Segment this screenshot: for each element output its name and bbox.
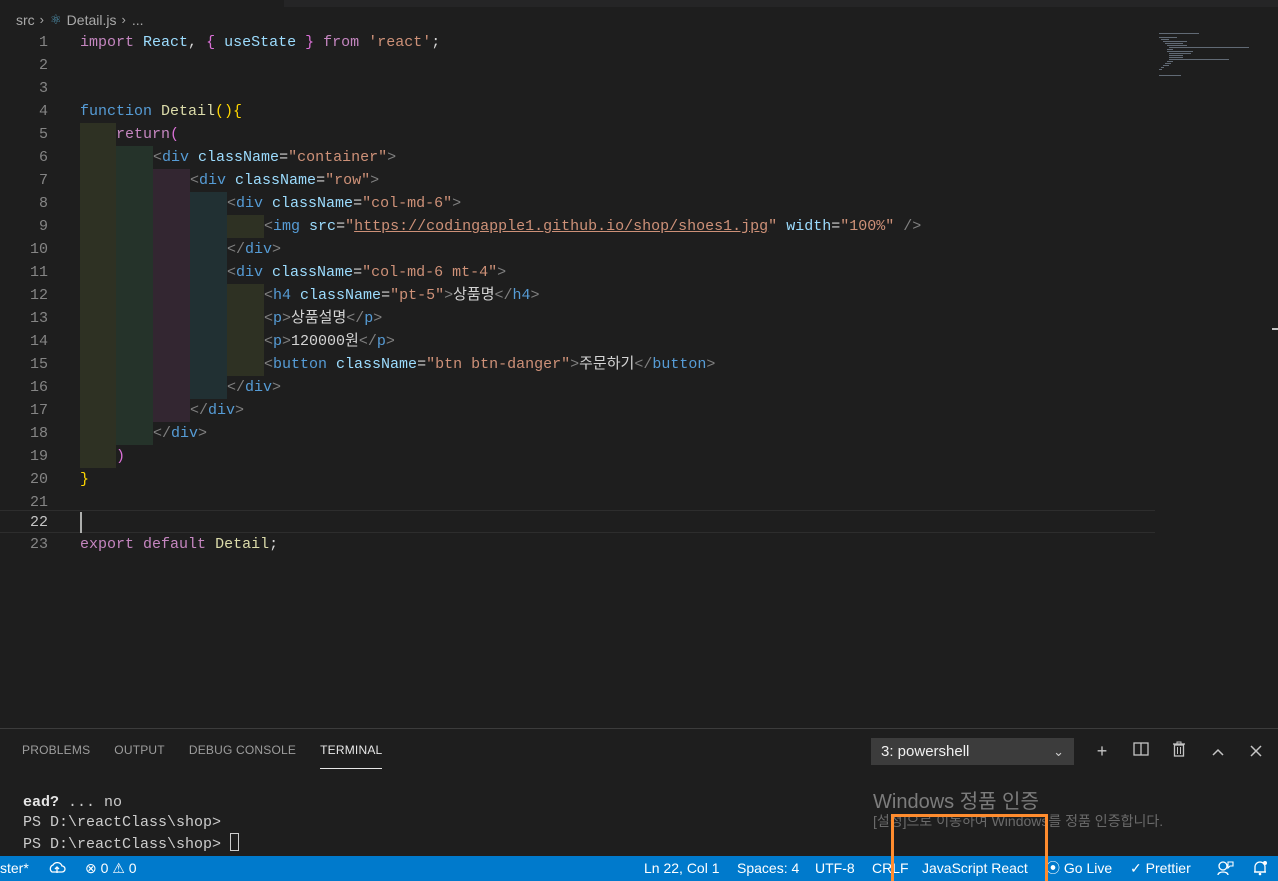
- editor-tab-strip: [0, 0, 1278, 7]
- prettier-button[interactable]: ✓ Prettier: [1130, 856, 1191, 881]
- status-branch[interactable]: ster*: [0, 856, 29, 881]
- terminal-output[interactable]: ead? ... no PS D:\reactClass\shop> PS D:\r…: [23, 793, 240, 855]
- sync-icon[interactable]: [48, 856, 66, 881]
- broadcast-icon: ⦿: [1046, 860, 1060, 876]
- feedback-icon[interactable]: [1216, 856, 1234, 881]
- status-bar: ster* ⊗ 0 ⚠ 0 Ln 22, Col 1 Spaces: 4 UTF…: [0, 856, 1278, 881]
- chevron-right-icon: ›: [121, 12, 126, 27]
- highlight-annotation-box: [891, 814, 1048, 881]
- tab-debug-console[interactable]: DEBUG CONSOLE: [189, 743, 296, 769]
- line-number: 3: [38, 80, 48, 97]
- breadcrumb-file[interactable]: Detail.js: [67, 12, 117, 28]
- text-cursor: [80, 512, 82, 533]
- warning-count: 0: [128, 860, 137, 876]
- tab-output[interactable]: OUTPUT: [114, 743, 165, 769]
- tab-problems[interactable]: PROBLEMS: [22, 743, 90, 769]
- check-all-icon: ✓: [1130, 860, 1142, 876]
- bottom-panel: PROBLEMS OUTPUT DEBUG CONSOLE TERMINAL 3…: [0, 728, 1278, 856]
- trash-icon[interactable]: [1168, 739, 1190, 763]
- react-file-icon: ⚛: [50, 11, 62, 27]
- breadcrumb: src › ⚛ Detail.js › ...: [0, 7, 1278, 32]
- terminal-select[interactable]: 3: powershell ⌄: [871, 738, 1074, 765]
- line-number-active: 22: [29, 514, 48, 531]
- activation-watermark-title: Windows 정품 인증: [873, 791, 1039, 813]
- chevron-down-icon: ⌄: [1053, 744, 1064, 759]
- encoding[interactable]: UTF-8: [815, 856, 855, 881]
- breadcrumb-more[interactable]: ...: [132, 12, 144, 28]
- breadcrumb-folder[interactable]: src: [16, 12, 35, 28]
- terminal-cursor: [230, 833, 240, 851]
- line-number: 2: [38, 57, 48, 74]
- cursor-position[interactable]: Ln 22, Col 1: [644, 856, 720, 881]
- terminal-line: ead? ... no: [23, 794, 123, 811]
- code-editor[interactable]: 1 2 3 4 5 6 7 8 9 10 11 12 13 14 15 16 1…: [0, 31, 1278, 728]
- minimap[interactable]: [1155, 31, 1265, 91]
- tab-terminal[interactable]: TERMINAL: [320, 743, 383, 769]
- indentation[interactable]: Spaces: 4: [737, 856, 799, 881]
- new-terminal-icon[interactable]: +: [1091, 739, 1113, 763]
- notifications-bell-icon[interactable]: [1252, 856, 1268, 881]
- active-tab-remnant[interactable]: [0, 0, 284, 7]
- terminal-prompt-line: PS D:\reactClass\shop>: [23, 833, 240, 855]
- panel-tabs: PROBLEMS OUTPUT DEBUG CONSOLE TERMINAL: [22, 743, 406, 769]
- close-panel-icon[interactable]: [1245, 739, 1267, 763]
- error-icon: ⊗: [85, 860, 97, 876]
- terminal-line: PS D:\reactClass\shop>: [23, 814, 222, 831]
- terminal-select-value: 3: powershell: [881, 743, 970, 760]
- maximize-panel-icon[interactable]: [1207, 739, 1229, 763]
- scrollbar-position-marker[interactable]: [1272, 328, 1278, 330]
- split-terminal-icon[interactable]: [1130, 739, 1152, 763]
- chevron-right-icon: ›: [39, 12, 45, 27]
- problems-status[interactable]: ⊗ 0 ⚠ 0: [85, 856, 137, 881]
- go-live-button[interactable]: ⦿ Go Live: [1046, 856, 1112, 881]
- warning-icon: ⚠: [112, 860, 125, 876]
- error-count: 0: [100, 860, 109, 876]
